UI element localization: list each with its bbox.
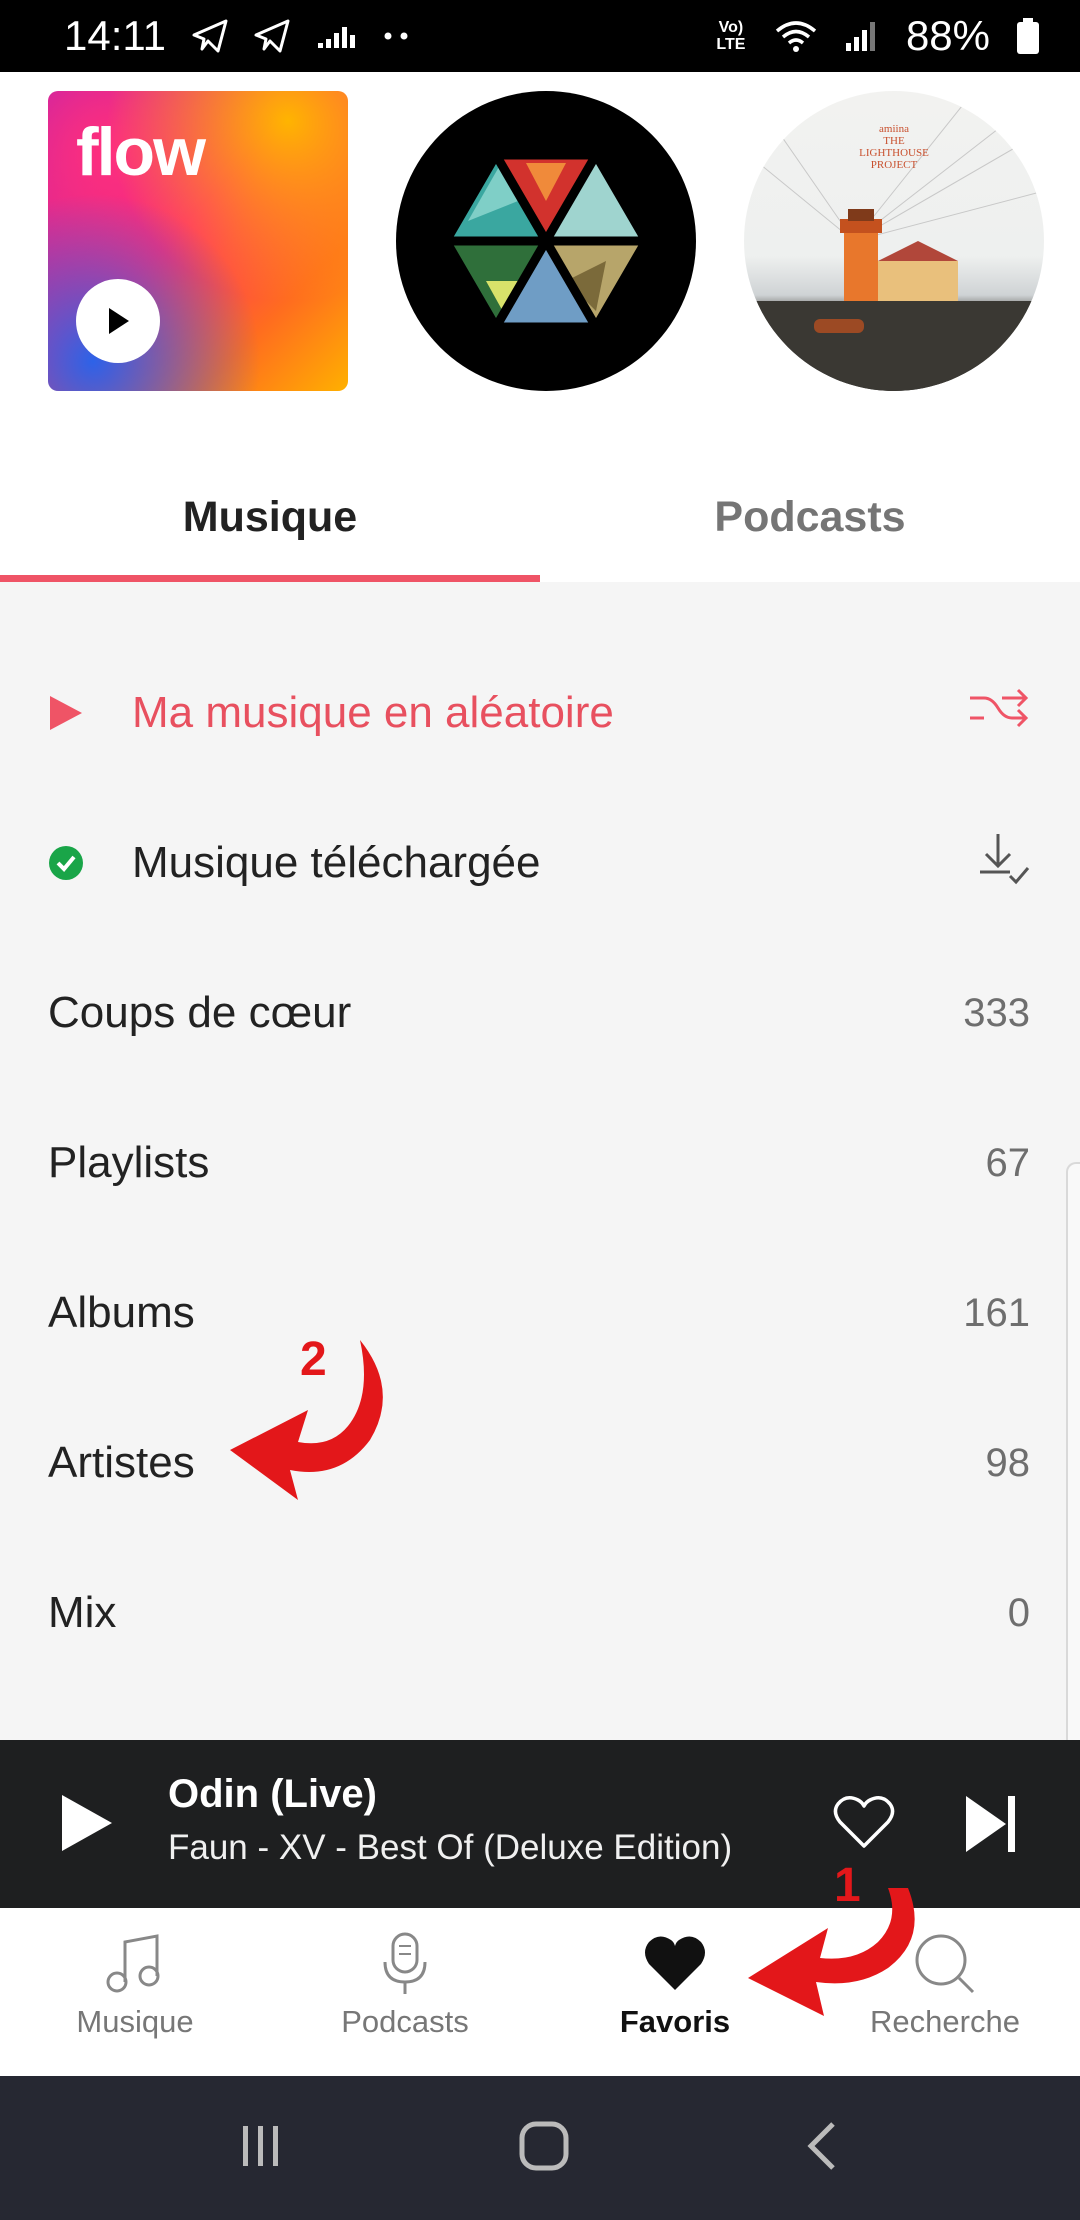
- list-item-label: Coups de cœur: [48, 988, 352, 1037]
- hexagon-art-image: [440, 150, 652, 332]
- tab-bar: Musique Podcasts: [0, 452, 1080, 582]
- play-icon: [109, 308, 129, 334]
- skip-next-icon[interactable]: [962, 1794, 1020, 1859]
- list-item-count: 161: [963, 1290, 1030, 1335]
- flow-play-button[interactable]: [76, 279, 160, 363]
- download-icon[interactable]: [976, 830, 1030, 897]
- nav-label: Podcasts: [341, 2004, 469, 2039]
- list-item-mix[interactable]: Mix 0: [0, 1538, 1080, 1688]
- track-artist-album: Faun - XV - Best Of (Deluxe Edition): [168, 1828, 733, 1867]
- nav-musique[interactable]: Musique: [0, 1908, 270, 2076]
- track-title: Odin (Live): [168, 1772, 377, 1816]
- shuffle-row[interactable]: Ma musique en aléatoire: [0, 638, 1080, 788]
- signal-icon: [844, 19, 880, 53]
- list-item-artistes[interactable]: Artistes 98: [0, 1388, 1080, 1538]
- list-item-label: Albums: [48, 1288, 195, 1337]
- scrollbar[interactable]: [1066, 1162, 1080, 1764]
- shuffle-label: Ma musique en aléatoire: [132, 688, 614, 737]
- wifi-icon: [774, 19, 818, 53]
- volte-icon: Vo) LTE: [716, 19, 746, 53]
- back-icon[interactable]: [803, 2120, 843, 2177]
- list-item-count: 0: [1007, 1590, 1030, 1635]
- list-item-count: 67: [985, 1140, 1031, 1185]
- list-item-label: Artistes: [48, 1438, 195, 1487]
- list-item-label: Mix: [48, 1588, 117, 1637]
- status-bar: 14:11 Vo) LTE 88%: [0, 0, 1080, 72]
- annotation-arrow-2: 2: [220, 1330, 400, 1535]
- play-icon[interactable]: [58, 1792, 116, 1859]
- downloaded-label: Musique téléchargée: [132, 838, 541, 887]
- heart-icon: [645, 1936, 705, 1990]
- telegram-icon: [192, 19, 228, 53]
- flow-card[interactable]: flow: [48, 91, 348, 391]
- downloaded-row[interactable]: Musique téléchargée: [0, 788, 1080, 938]
- list-item-playlists[interactable]: Playlists 67: [0, 1088, 1080, 1238]
- play-icon: [48, 694, 132, 732]
- list-item-count: 333: [963, 990, 1030, 1035]
- list-item-count: 98: [985, 1440, 1031, 1485]
- nav-podcasts[interactable]: Podcasts: [270, 1908, 540, 2076]
- system-navigation-bar: [0, 2076, 1080, 2220]
- album-cover-text: amiina THE LIGHTHOUSE PROJECT: [859, 123, 929, 171]
- list-item-coups-de-coeur[interactable]: Coups de cœur 333: [0, 938, 1080, 1088]
- featured-carousel: flow amiina THE LIGHTHOUSE PROJECT: [0, 72, 1080, 452]
- microphone-icon: [383, 1932, 427, 1994]
- annotation-arrow-1: 1: [728, 1858, 928, 2063]
- dots-icon: [382, 31, 412, 41]
- red-arrow-icon: [748, 1888, 915, 2016]
- heart-outline-icon[interactable]: [832, 1794, 896, 1855]
- shuffle-icon[interactable]: [968, 686, 1030, 741]
- equalizer-icon: [316, 21, 356, 51]
- nav-label: Musique: [76, 2004, 194, 2039]
- check-circle-icon: [48, 845, 132, 881]
- battery-percent: 88%: [905, 12, 990, 59]
- flow-logo: flow: [76, 114, 206, 190]
- music-note-icon: [106, 1934, 160, 1993]
- annotation-number-2: 2: [300, 1333, 327, 1386]
- recent-apps-icon[interactable]: [237, 2122, 285, 2175]
- album-cover-lighthouse[interactable]: amiina THE LIGHTHOUSE PROJECT: [744, 91, 1044, 391]
- favorites-list: Ma musique en aléatoire Musique téléchar…: [0, 582, 1080, 1740]
- tab-musique[interactable]: Musique: [0, 452, 540, 582]
- status-time: 14:11: [64, 12, 166, 59]
- home-icon[interactable]: [518, 2120, 570, 2177]
- album-cover-hexagon[interactable]: [396, 91, 696, 391]
- list-item-label: Playlists: [48, 1138, 210, 1187]
- telegram-icon: [254, 19, 290, 53]
- annotation-number-1: 1: [834, 1859, 861, 1912]
- battery-icon: [1016, 17, 1040, 55]
- nav-label: Favoris: [619, 2004, 731, 2039]
- list-item-albums[interactable]: Albums 161: [0, 1238, 1080, 1388]
- tab-podcasts[interactable]: Podcasts: [540, 452, 1080, 582]
